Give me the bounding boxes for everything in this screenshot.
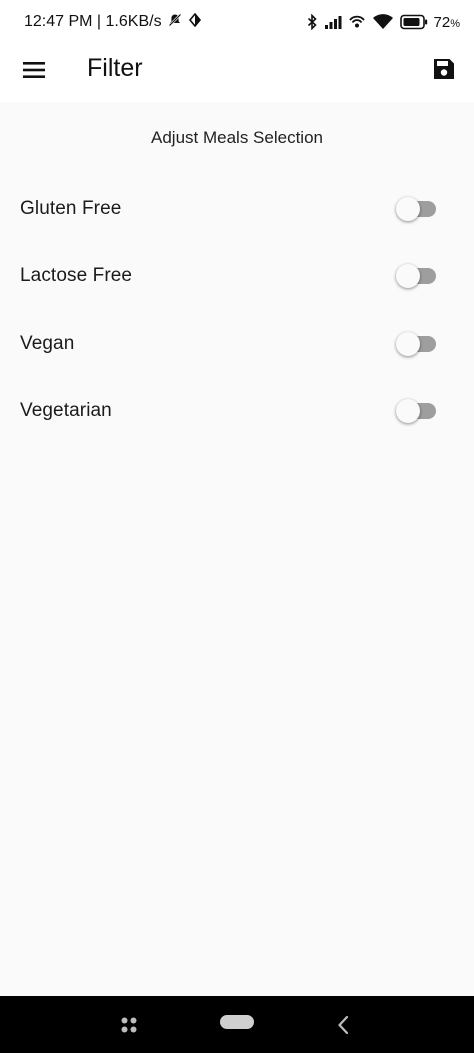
vegan-switch[interactable] [396,329,442,359]
bluetooth-icon [307,14,318,30]
status-time-speed: 12:47 PM | 1.6KB/s [24,13,162,30]
filter-label: Vegan [20,333,75,354]
filter-row-lactose-free[interactable]: Lactose Free [0,250,474,302]
save-floppy-icon [434,59,454,79]
home-button[interactable] [220,1015,254,1029]
vegetarian-switch[interactable] [396,396,442,426]
switch-thumb [396,264,420,288]
system-nav-bar [0,996,474,1053]
gluten-free-switch[interactable] [396,194,442,224]
filter-label: Lactose Free [20,265,133,286]
app-bar: Filter [0,44,474,102]
filter-row-vegan[interactable]: Vegan [0,318,474,370]
screen: 12:47 PM | 1.6KB/s 72% Filter Adjust Mea… [0,0,474,1053]
battery-percentage: 72% [434,14,460,31]
lactose-free-switch[interactable] [396,261,442,291]
notification-bell-off-icon [168,13,182,32]
battery-icon [399,14,428,30]
cellular-signal-icon [324,15,342,29]
filter-content: Adjust Meals Selection Gluten Free Lacto… [0,102,474,996]
save-button[interactable] [430,55,458,83]
filter-label: Vegetarian [20,400,112,421]
recent-apps-icon [121,1017,137,1033]
hamburger-menu-icon [23,62,45,78]
switch-thumb [396,332,420,356]
menu-button[interactable] [20,56,48,84]
wifi-icon [372,14,394,30]
status-left: 12:47 PM | 1.6KB/s [24,12,202,32]
filter-label: Gluten Free [20,198,122,219]
hotspot-icon [348,14,366,30]
filter-row-vegetarian[interactable]: Vegetarian [0,385,474,437]
switch-thumb [396,197,420,221]
recent-apps-button[interactable] [120,1016,138,1034]
data-saver-icon [188,12,202,32]
page-title: Filter [87,54,143,82]
switch-thumb [396,399,420,423]
back-chevron-icon [338,1015,349,1035]
battery-value: 72 [433,13,451,31]
section-title: Adjust Meals Selection [151,128,323,147]
back-button[interactable] [335,1015,353,1035]
filter-row-gluten-free[interactable]: Gluten Free [0,183,474,235]
status-bar: 12:47 PM | 1.6KB/s 72% [0,0,474,44]
battery-unit: % [450,17,460,30]
status-right: 72% [307,14,460,31]
